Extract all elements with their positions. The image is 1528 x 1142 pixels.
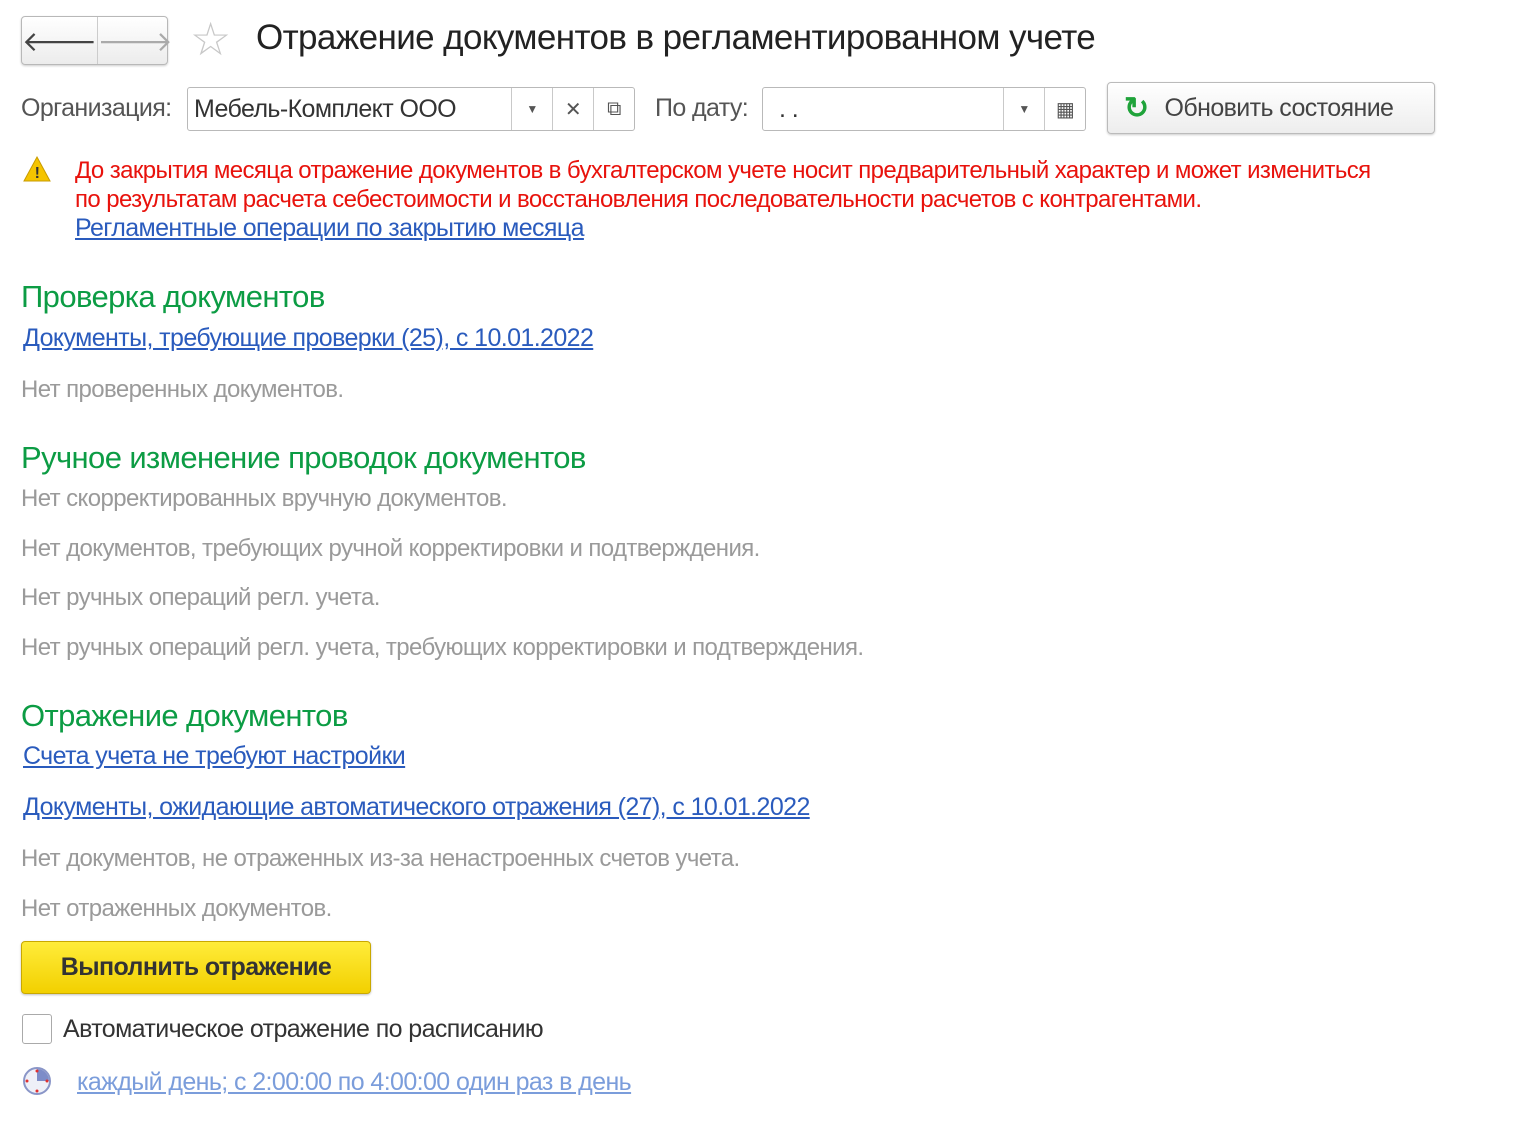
dropdown-button[interactable]: ▼ <box>511 88 552 130</box>
status-text: Нет документов, требующих ручной коррект… <box>21 535 760 562</box>
refresh-button[interactable]: ↻ Обновить состояние <box>1107 82 1435 134</box>
section-check-title: Проверка документов <box>21 279 325 314</box>
navigation-buttons: 🡐 🡒 <box>21 16 173 65</box>
date-field[interactable]: . . ▼ ▦ <box>762 87 1086 131</box>
arrow-left-icon: 🡐 <box>22 25 97 57</box>
organization-field[interactable]: Мебель-Комплект ООО ▼ ✕ ⧉ <box>187 87 635 131</box>
date-dropdown-button[interactable]: ▼ <box>1003 88 1044 130</box>
status-text: Нет скорректированных вручную документов… <box>21 485 508 512</box>
arrow-right-icon: 🡒 <box>97 25 173 57</box>
back-button[interactable]: 🡐 <box>22 17 98 64</box>
calendar-button[interactable]: ▦ <box>1044 88 1085 130</box>
section-reflect-title: Отражение документов <box>21 698 348 733</box>
section-manual-title: Ручное изменение проводок документов <box>21 440 586 475</box>
date-label: По дату: <box>655 94 749 122</box>
status-text: Нет документов, не отраженных из-за нена… <box>21 845 740 872</box>
open-button[interactable]: ⧉ <box>593 88 634 130</box>
open-window-icon: ⧉ <box>607 97 621 120</box>
status-text: Нет ручных операций регл. учета. <box>21 584 380 611</box>
refresh-label: Обновить состояние <box>1164 93 1394 122</box>
execute-reflection-button[interactable]: Выполнить отражение <box>21 941 371 994</box>
warning-icon: ! <box>23 155 51 182</box>
calendar-icon: ▦ <box>1055 98 1075 121</box>
clear-button[interactable]: ✕ <box>552 88 593 130</box>
organization-label: Организация: <box>21 94 172 122</box>
svg-text:!: ! <box>35 165 40 182</box>
forward-button[interactable]: 🡒 <box>98 17 173 64</box>
documents-to-check-link[interactable]: Документы, требующие проверки (25), с 10… <box>23 324 594 353</box>
auto-schedule-label[interactable]: Автоматическое отражение по расписанию <box>63 1015 544 1044</box>
organization-value[interactable]: Мебель-Комплект ООО <box>188 88 511 130</box>
auto-schedule-checkbox[interactable] <box>22 1014 52 1044</box>
refresh-icon: ↻ <box>1124 91 1149 125</box>
warning-line-2: по результатам расчета себестоимости и в… <box>75 186 1202 213</box>
status-text: Нет проверенных документов. <box>21 376 344 403</box>
page-title: Отражение документов в регламентированно… <box>256 18 1096 57</box>
status-text: Нет ручных операций регл. учета, требующ… <box>21 634 864 661</box>
accounts-setup-link[interactable]: Счета учета не требуют настройки <box>23 742 406 771</box>
pending-documents-link[interactable]: Документы, ожидающие автоматического отр… <box>23 793 810 822</box>
chevron-down-icon: ▼ <box>526 102 538 116</box>
close-icon: ✕ <box>564 98 582 121</box>
clock-icon <box>23 1067 51 1095</box>
schedule-link[interactable]: каждый день; с 2:00:00 по 4:00:00 один р… <box>77 1068 632 1097</box>
chevron-down-icon: ▼ <box>1018 102 1030 116</box>
status-text: Нет отраженных документов. <box>21 895 332 922</box>
date-value[interactable]: . . <box>763 88 1003 130</box>
warning-line-1: До закрытия месяца отражение документов … <box>75 157 1371 184</box>
star-icon[interactable]: ☆ <box>190 14 231 64</box>
month-closing-link[interactable]: Регламентные операции по закрытию месяца <box>75 214 584 243</box>
